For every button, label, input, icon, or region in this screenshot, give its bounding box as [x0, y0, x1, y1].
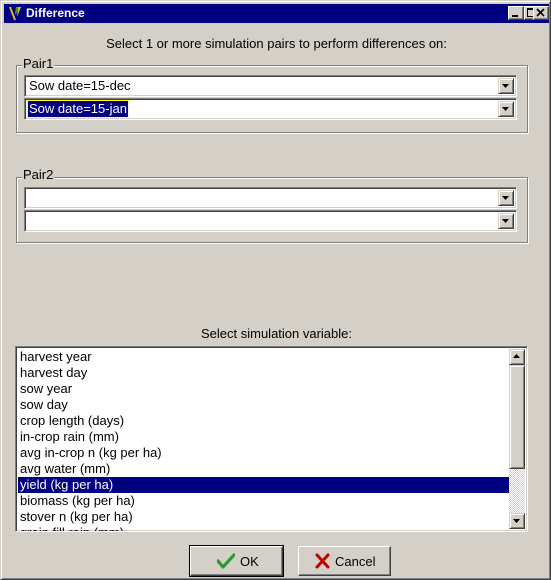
close-icon: [536, 8, 545, 17]
pair2-first-combo[interactable]: [24, 187, 517, 209]
variable-listbox[interactable]: harvest year harvest day sow year sow day cr…: [15, 346, 528, 532]
pair-instruction: Select 1 or more simulation pairs to per…: [106, 36, 447, 51]
pair1-second-dropdown-button[interactable]: [498, 101, 514, 117]
variable-list-item[interactable]: sow day: [18, 397, 510, 413]
variable-list-item[interactable]: biomass (kg per ha): [18, 493, 510, 509]
title-bar[interactable]: Difference: [4, 4, 549, 23]
window-title: Difference: [26, 6, 85, 20]
pair1-second-value: Sow date=15-jan: [27, 100, 129, 118]
pair1-first-dropdown-button[interactable]: [498, 78, 514, 94]
variable-list-item[interactable]: harvest year: [18, 349, 510, 365]
pair1-first-value: Sow date=15-dec: [29, 78, 131, 93]
pair1-label: Pair1: [22, 56, 55, 71]
variable-list-item[interactable]: stover n (kg per ha): [18, 509, 510, 525]
check-icon: [217, 553, 235, 569]
pair2-first-dropdown-button[interactable]: [498, 190, 514, 206]
cancel-label: Cancel: [335, 554, 376, 569]
app-icon: [7, 5, 23, 22]
chevron-down-icon: [502, 84, 509, 88]
minimize-button[interactable]: [508, 6, 524, 20]
variable-list-item[interactable]: sow year: [18, 381, 510, 397]
variable-list-item[interactable]: yield (kg per ha): [18, 477, 510, 493]
variable-list-item[interactable]: grain fill rain (mm): [18, 525, 510, 531]
minimize-icon: [512, 15, 518, 17]
cancel-button[interactable]: Cancel: [298, 546, 391, 576]
pair1-second-combo[interactable]: Sow date=15-jan: [24, 98, 517, 120]
variable-prompt: Select simulation variable:: [200, 326, 353, 341]
pair2-second-dropdown-button[interactable]: [498, 213, 514, 229]
arrow-up-icon: [513, 354, 520, 358]
scroll-thumb[interactable]: [509, 365, 525, 469]
chevron-down-icon: [502, 196, 509, 200]
chevron-down-icon: [502, 107, 509, 111]
variable-list-item[interactable]: harvest day: [18, 365, 510, 381]
pair1-first-combo[interactable]: Sow date=15-dec: [24, 75, 517, 97]
variable-scrollbar[interactable]: [509, 349, 525, 529]
pair2-label: Pair2: [22, 167, 55, 182]
scroll-up-button[interactable]: [509, 349, 525, 365]
scroll-down-button[interactable]: [509, 513, 525, 529]
variable-list-item[interactable]: in-crop rain (mm): [18, 429, 510, 445]
ok-label: OK: [240, 554, 259, 569]
pair2-second-combo[interactable]: [24, 210, 517, 232]
variable-list-items: harvest year harvest day sow year sow day cr…: [18, 349, 510, 531]
variable-list-item[interactable]: avg in-crop n (kg per ha): [18, 445, 510, 461]
arrow-down-icon: [513, 519, 520, 523]
ok-button[interactable]: OK: [189, 545, 284, 577]
difference-dialog: Difference Select 1 or more simulation p…: [0, 0, 551, 580]
chevron-down-icon: [502, 219, 509, 223]
close-button[interactable]: [533, 6, 549, 20]
variable-list-item[interactable]: crop length (days): [18, 413, 510, 429]
red-x-icon: [315, 553, 330, 569]
variable-list-item[interactable]: avg water (mm): [18, 461, 510, 477]
